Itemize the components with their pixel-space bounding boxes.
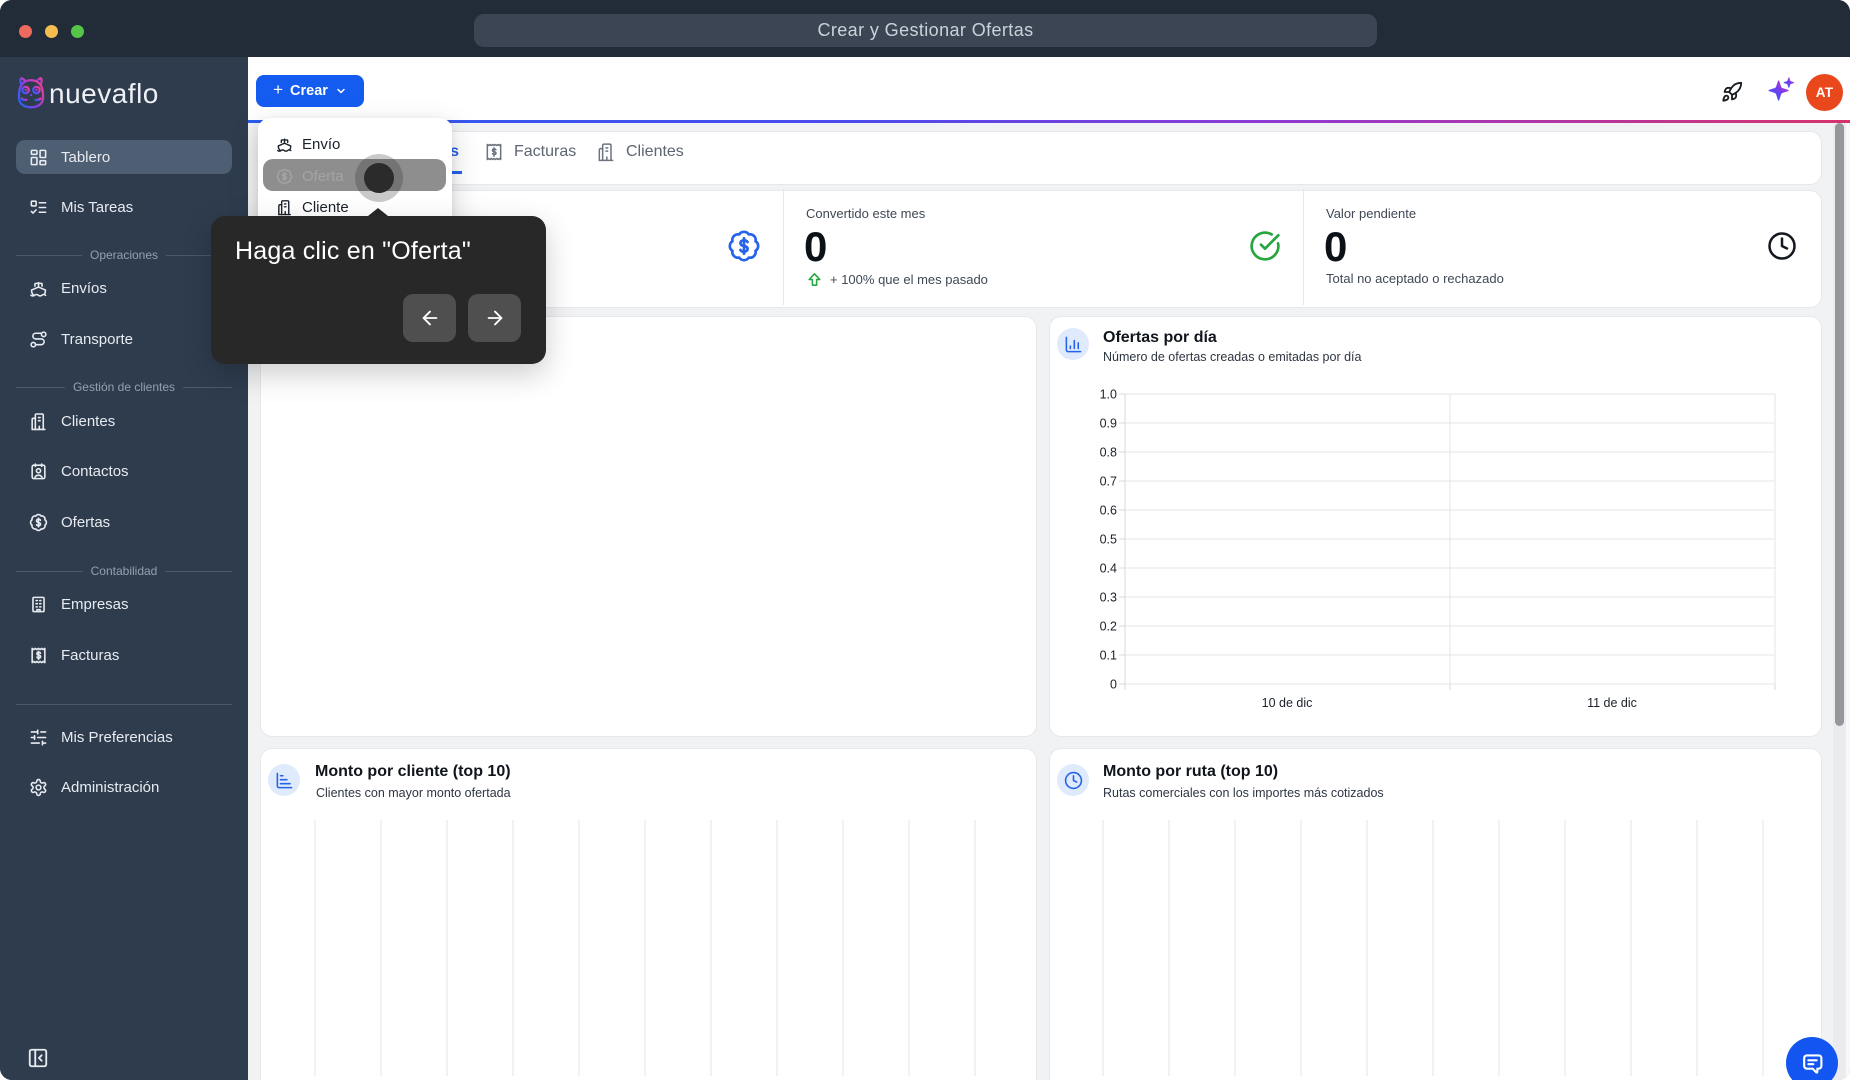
svg-text:10 de dic: 10 de dic xyxy=(1262,696,1313,710)
svg-text:0.9: 0.9 xyxy=(1100,417,1117,431)
svg-text:0.8: 0.8 xyxy=(1100,446,1117,460)
svg-text:11 de dic: 11 de dic xyxy=(1587,696,1637,710)
svg-text:0.2: 0.2 xyxy=(1100,620,1117,634)
svg-text:0.7: 0.7 xyxy=(1100,475,1117,489)
svg-text:0: 0 xyxy=(1110,678,1117,692)
svg-text:0.4: 0.4 xyxy=(1100,562,1117,576)
svg-text:0.5: 0.5 xyxy=(1100,533,1117,547)
svg-text:0.1: 0.1 xyxy=(1100,649,1117,663)
svg-text:0.6: 0.6 xyxy=(1100,504,1117,518)
svg-text:0.3: 0.3 xyxy=(1100,591,1117,605)
svg-text:1.0: 1.0 xyxy=(1100,388,1117,402)
